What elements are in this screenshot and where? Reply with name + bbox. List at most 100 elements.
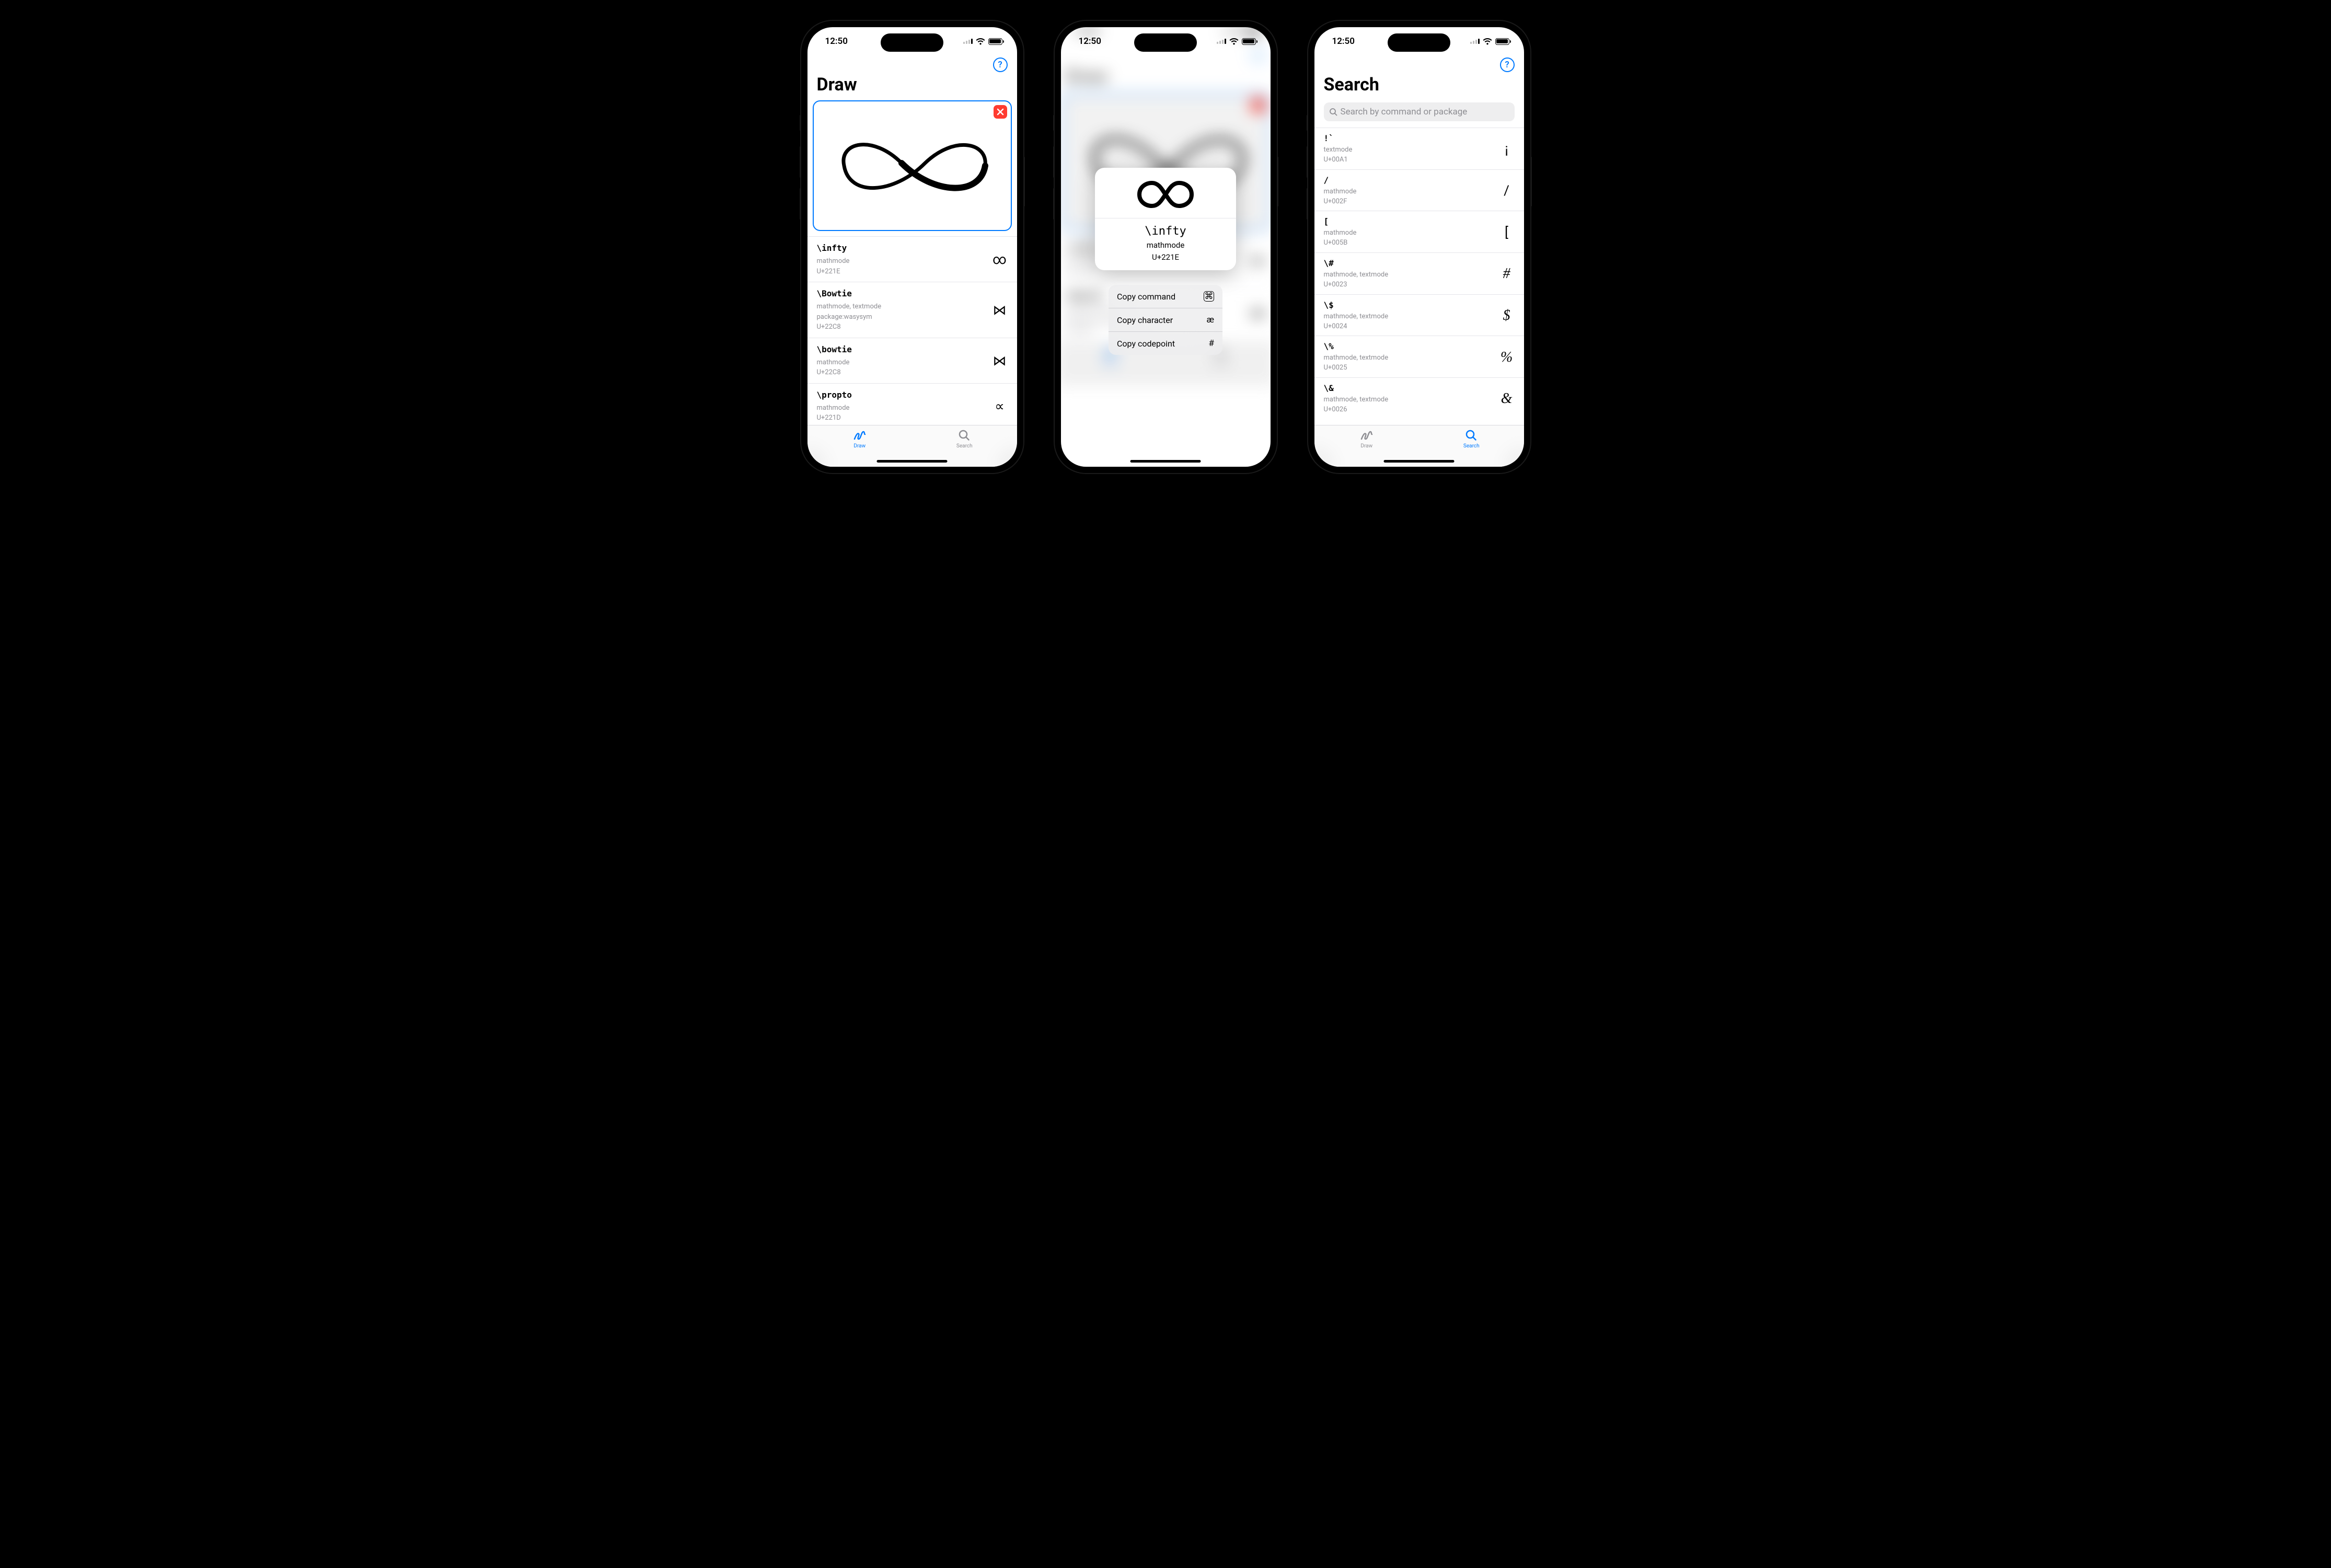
result-meta: mathmode, textmode U+0023 [1324, 270, 1389, 290]
result-glyph: # [1499, 266, 1515, 282]
magnifier-icon [1464, 429, 1478, 442]
tab-label: Search [1463, 443, 1480, 449]
menu-label: Copy character [1117, 315, 1173, 325]
list-item[interactable]: \# mathmode, textmode U+0023 # [1314, 252, 1524, 294]
user-stroke-icon [823, 113, 1001, 218]
result-command: \# [1324, 258, 1389, 268]
result-command: \% [1324, 341, 1389, 351]
result-glyph: % [1499, 349, 1515, 366]
tab-label: Draw [1360, 443, 1372, 449]
menu-copy-character[interactable]: Copy character æ [1109, 308, 1222, 331]
menu-copy-command[interactable]: Copy command ⌘ [1109, 285, 1222, 308]
cellular-icon [1470, 39, 1480, 44]
search-input[interactable]: Search by command or package [1324, 102, 1515, 121]
result-command: [ [1324, 216, 1357, 226]
result-meta: mathmode, textmode package:wasysym U+22C… [817, 302, 882, 332]
preview-card[interactable]: \infty mathmode U+221E [1095, 168, 1236, 270]
result-meta: mathmode U+221D [817, 403, 852, 423]
search-placeholder: Search by command or package [1341, 107, 1468, 117]
results-list[interactable]: !` textmode U+00A1 ¡ / mathmode U+002F / [… [1314, 128, 1524, 425]
nav-bar: ? [1314, 55, 1524, 72]
battery-icon [988, 38, 1002, 45]
page-title: Search [1314, 72, 1524, 100]
list-item[interactable]: / mathmode U+002F / [1314, 169, 1524, 211]
result-glyph: / [1499, 183, 1515, 199]
result-meta: mathmode U+002F [1324, 187, 1357, 207]
result-command: !` [1324, 133, 1353, 143]
phone-context-menu: 12:50 ? Draw \inftymathmode U+221E∞ \Bow… [1055, 21, 1277, 473]
wifi-icon [1229, 38, 1239, 45]
result-glyph: & [1499, 390, 1515, 407]
phone-search: 12:50 ? Search Search by command or pack… [1308, 21, 1530, 473]
result-glyph: ⋈ [992, 353, 1008, 369]
result-command: \bowtie [817, 344, 852, 354]
result-glyph: ∞ [992, 252, 1008, 268]
hash-icon: # [1209, 338, 1214, 349]
result-meta: textmode U+00A1 [1324, 145, 1353, 165]
results-list[interactable]: \infty mathmode U+221E ∞ \Bowtie mathmod… [807, 236, 1017, 425]
nav-bar: ? [807, 55, 1017, 72]
status-time: 12:50 [1332, 36, 1355, 47]
scribble-icon [1359, 429, 1374, 442]
list-item[interactable]: \$ mathmode, textmode U+0024 $ [1314, 294, 1524, 336]
status-time: 12:50 [1079, 36, 1101, 47]
result-glyph: ⋈ [992, 303, 1008, 318]
scribble-icon [852, 429, 867, 442]
infinity-icon [1095, 168, 1236, 218]
result-command: \$ [1324, 300, 1389, 310]
menu-label: Copy codepoint [1117, 339, 1175, 349]
card-mode: mathmode [1095, 240, 1236, 250]
menu-label: Copy command [1117, 292, 1175, 302]
magnifier-icon [1329, 108, 1337, 116]
phone-draw: 12:50 ? Draw \infty mathm [801, 21, 1023, 473]
battery-icon [1495, 38, 1509, 45]
result-glyph: ¡ [1499, 141, 1515, 157]
result-glyph: [ [1499, 225, 1515, 240]
list-item[interactable]: [ mathmode U+005B [ [1314, 211, 1524, 252]
home-indicator[interactable] [877, 460, 948, 463]
result-meta: mathmode U+221E [817, 256, 850, 276]
list-item[interactable]: \bowtie mathmode U+22C8 ⋈ [807, 338, 1017, 383]
result-command: \& [1324, 383, 1389, 393]
draw-canvas[interactable] [813, 100, 1012, 231]
battery-icon [1242, 38, 1256, 45]
result-meta: mathmode, textmode U+0026 [1324, 395, 1389, 415]
result-meta: mathmode, textmode U+0025 [1324, 353, 1389, 373]
result-command: \propto [817, 390, 852, 400]
result-meta: mathmode U+005B [1324, 228, 1357, 248]
tab-label: Draw [853, 443, 866, 449]
context-menu: Copy command ⌘ Copy character æ Copy cod… [1109, 285, 1222, 355]
list-item[interactable]: \infty mathmode U+221E ∞ [807, 236, 1017, 282]
dynamic-island [1388, 33, 1450, 52]
result-glyph: $ [1499, 307, 1515, 324]
list-item[interactable]: \Bowtie mathmode, textmode package:wasys… [807, 282, 1017, 338]
home-indicator[interactable] [1384, 460, 1455, 463]
command-key-icon: ⌘ [1204, 291, 1214, 302]
card-command: \infty [1095, 225, 1236, 238]
result-glyph: ∝ [992, 399, 1008, 414]
dynamic-island [881, 33, 943, 52]
home-indicator[interactable] [1130, 460, 1201, 463]
list-item[interactable]: \% mathmode, textmode U+0025 % [1314, 336, 1524, 377]
result-command: \infty [817, 243, 850, 253]
page-title: Draw [807, 72, 1017, 100]
card-codepoint: U+221E [1095, 252, 1236, 262]
ae-icon: æ [1207, 315, 1214, 325]
help-button[interactable]: ? [993, 57, 1008, 72]
cellular-icon [963, 39, 973, 44]
result-meta: mathmode U+22C8 [817, 358, 852, 378]
magnifier-icon [957, 429, 971, 442]
list-item[interactable]: \& mathmode, textmode U+0026 & [1314, 377, 1524, 419]
result-meta: mathmode, textmode U+0024 [1324, 312, 1389, 332]
help-button[interactable]: ? [1500, 57, 1515, 72]
menu-copy-codepoint[interactable]: Copy codepoint # [1109, 331, 1222, 355]
status-time: 12:50 [825, 36, 848, 47]
wifi-icon [976, 38, 985, 45]
dynamic-island [1134, 33, 1197, 52]
list-item[interactable]: !` textmode U+00A1 ¡ [1314, 128, 1524, 169]
list-item[interactable]: \propto mathmode U+221D ∝ [807, 383, 1017, 425]
tab-label: Search [956, 443, 973, 449]
wifi-icon [1483, 38, 1492, 45]
result-command: \Bowtie [817, 289, 882, 298]
result-command: / [1324, 175, 1357, 185]
